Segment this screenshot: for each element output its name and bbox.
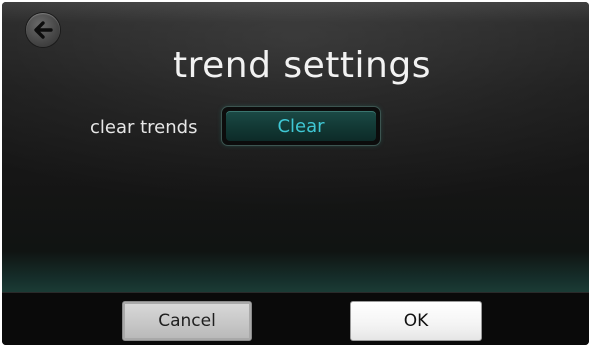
ok-button[interactable]: OK bbox=[350, 301, 482, 341]
settings-screen: trend settings clear trends Clear bbox=[2, 2, 589, 292]
clear-trends-label: clear trends bbox=[90, 117, 198, 138]
page-title: trend settings bbox=[173, 45, 431, 86]
footer-bar: Cancel OK bbox=[2, 292, 589, 345]
cancel-button[interactable]: Cancel bbox=[122, 301, 252, 341]
device-frame: trend settings clear trends Clear Cancel… bbox=[2, 2, 589, 345]
clear-trends-button[interactable]: Clear bbox=[221, 106, 381, 146]
back-arrow-icon bbox=[31, 18, 55, 42]
clear-button-label: Clear bbox=[226, 111, 376, 141]
